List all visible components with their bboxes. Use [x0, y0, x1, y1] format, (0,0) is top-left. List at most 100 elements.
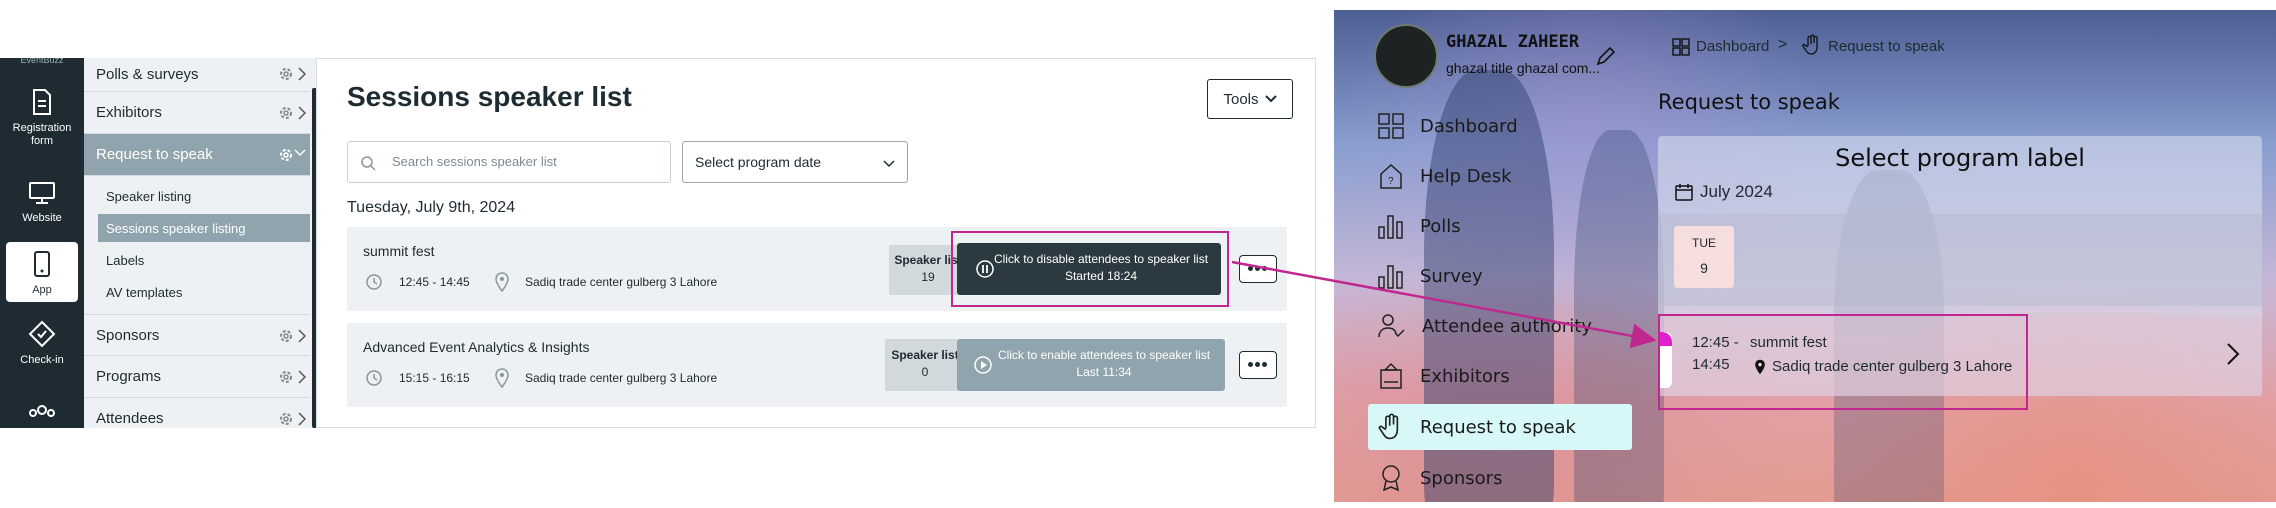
- rail-label: Website: [22, 212, 62, 224]
- play-icon: [974, 356, 992, 374]
- sidebar-label: Attendee authority: [1422, 315, 1592, 337]
- chevron-down-icon: [294, 149, 306, 157]
- page-title: Sessions speaker list: [347, 81, 632, 112]
- sidebar-item-help-desk[interactable]: ? Help Desk: [1378, 158, 1512, 194]
- sidebar-item-polls[interactable]: Polls: [1378, 208, 1461, 244]
- submenu-label: Speaker listing: [106, 188, 192, 204]
- menu-label: Request to speak: [96, 146, 213, 163]
- rail-app[interactable]: App: [6, 242, 78, 302]
- action-line-1: Click to enable attendees to speaker lis…: [997, 348, 1211, 362]
- date-chip-selected[interactable]: TUE 9: [1674, 226, 1734, 288]
- dot: [1262, 266, 1267, 271]
- submenu-sessions-speaker-listing[interactable]: Sessions speaker listing: [98, 214, 310, 242]
- sidebar-label: Dashboard: [1420, 115, 1518, 137]
- session-name: Advanced Event Analytics & Insights: [363, 339, 590, 355]
- program-date-select[interactable]: Select program date: [682, 141, 908, 183]
- gear-icon[interactable]: [278, 147, 294, 163]
- booth-icon: [1380, 362, 1402, 389]
- sidebar-label: Exhibitors: [1420, 365, 1510, 387]
- rail-brand-partial: EventBuzz: [20, 58, 64, 65]
- sidebar-label: Help Desk: [1420, 165, 1512, 187]
- rail-check-in[interactable]: Check-in: [0, 320, 84, 367]
- rail-label: form: [31, 135, 53, 147]
- dot: [1255, 266, 1260, 271]
- rail-website[interactable]: Website: [0, 180, 84, 225]
- chevron-right-icon: [298, 329, 306, 343]
- app-screen: GHAZAL ZAHEER ghazal title ghazal com...…: [1334, 10, 2276, 502]
- session-name: summit fest: [363, 243, 435, 259]
- menu-exhibitors[interactable]: Exhibitors: [84, 92, 310, 134]
- dot: [1248, 266, 1253, 271]
- gear-icon[interactable]: [278, 66, 294, 82]
- breadcrumb-home[interactable]: Dashboard: [1696, 38, 1769, 55]
- select-label: Select program date: [695, 154, 822, 170]
- submenu-speaker-listing[interactable]: Speaker listing: [98, 182, 310, 210]
- sidebar-item-exhibitors[interactable]: Exhibitors: [1378, 358, 1510, 394]
- more-options-button[interactable]: [1239, 255, 1277, 283]
- sidebar-item-dashboard[interactable]: Dashboard: [1378, 108, 1518, 144]
- menu-sponsors[interactable]: Sponsors: [84, 314, 310, 356]
- more-options-button[interactable]: [1239, 351, 1277, 379]
- session-location: Sadiq trade center gulberg 3 Lahore: [525, 371, 718, 385]
- phone-icon: [34, 251, 50, 277]
- rail-label: Registration: [12, 122, 72, 134]
- grid-icon: [1378, 113, 1404, 139]
- app-page-title: Request to speak: [1658, 90, 1840, 114]
- rail-label: App: [32, 284, 52, 296]
- sidebar-label: Sponsors: [1420, 467, 1503, 489]
- session-card: summit fest 12:45 - 14:45 Sadiq trade ce…: [347, 227, 1287, 311]
- search-box[interactable]: Search sessions speaker list: [347, 141, 671, 183]
- speaker-list-label: Speaker list: [891, 348, 959, 362]
- gear-icon[interactable]: [278, 411, 294, 427]
- chevron-right-icon[interactable]: [2226, 342, 2240, 366]
- sidebar-label: Request to speak: [1420, 416, 1576, 438]
- session-card: Advanced Event Analytics & Insights 15:1…: [347, 323, 1287, 407]
- menu-label: Sponsors: [96, 326, 160, 344]
- highlight-box: [1658, 314, 2028, 410]
- sidebar-item-request-to-speak[interactable]: Request to speak: [1378, 409, 1576, 445]
- menu-request-to-speak[interactable]: Request to speak: [84, 134, 310, 176]
- user-subtitle: ghazal title ghazal com...: [1446, 60, 1601, 76]
- svg-text:?: ?: [1388, 176, 1394, 187]
- program-panel: Select program label July 2024 TUE 9 12:…: [1658, 136, 2262, 410]
- avatar[interactable]: [1374, 24, 1438, 88]
- submenu-label: Sessions speaker listing: [106, 220, 246, 236]
- sidebar-item-survey[interactable]: Survey: [1378, 258, 1483, 294]
- rail-attendees-partial[interactable]: [0, 402, 84, 428]
- tools-button[interactable]: Tools: [1207, 79, 1293, 119]
- gear-icon[interactable]: [278, 328, 294, 344]
- chevron-right-icon: [298, 412, 306, 426]
- enable-speaker-list-button[interactable]: Click to enable attendees to speaker lis…: [957, 339, 1225, 391]
- hand-icon: [1802, 34, 1818, 55]
- ticket-icon: [28, 320, 56, 348]
- rail-label: Check-in: [20, 354, 64, 366]
- help-desk-icon: ?: [1380, 163, 1402, 189]
- rail-registration-form[interactable]: Registration form: [0, 88, 84, 148]
- submenu-label: AV templates: [106, 284, 183, 300]
- submenu-av-templates[interactable]: AV templates: [98, 278, 310, 306]
- menu-polls-surveys[interactable]: Polls & surveys: [84, 58, 310, 92]
- gear-icon[interactable]: [278, 105, 294, 121]
- pencil-icon[interactable]: [1594, 46, 1616, 68]
- chevron-right-icon: [298, 370, 306, 384]
- month-label: July 2024: [1700, 182, 1773, 201]
- tools-label: Tools: [1223, 90, 1259, 108]
- bar-chart-icon: [1378, 215, 1403, 239]
- hand-icon: [1378, 413, 1399, 440]
- session-time: 12:45 - 14:45: [399, 275, 470, 289]
- gear-icon[interactable]: [278, 369, 294, 385]
- menu-programs[interactable]: Programs: [84, 356, 310, 398]
- submenu-label: Labels: [106, 252, 145, 268]
- search-input[interactable]: Search sessions speaker list: [392, 154, 557, 169]
- menu-attendees[interactable]: Attendees: [84, 398, 310, 428]
- sidebar-item-attendee-authority[interactable]: Attendee authority: [1378, 308, 1592, 344]
- panel-title: Select program label: [1835, 144, 2085, 172]
- user-name: GHAZAL ZAHEER: [1446, 32, 1580, 52]
- calendar-icon: [1675, 184, 1693, 201]
- submenu-labels[interactable]: Labels: [98, 246, 310, 274]
- date-strip: [1658, 214, 2262, 306]
- admin-panel: EventBuzz Registration form Website App …: [0, 58, 1316, 428]
- people-icon: [29, 405, 55, 417]
- sidebar-item-sponsors[interactable]: Sponsors: [1378, 460, 1502, 496]
- speaker-list-count[interactable]: Speaker list 0: [885, 339, 965, 391]
